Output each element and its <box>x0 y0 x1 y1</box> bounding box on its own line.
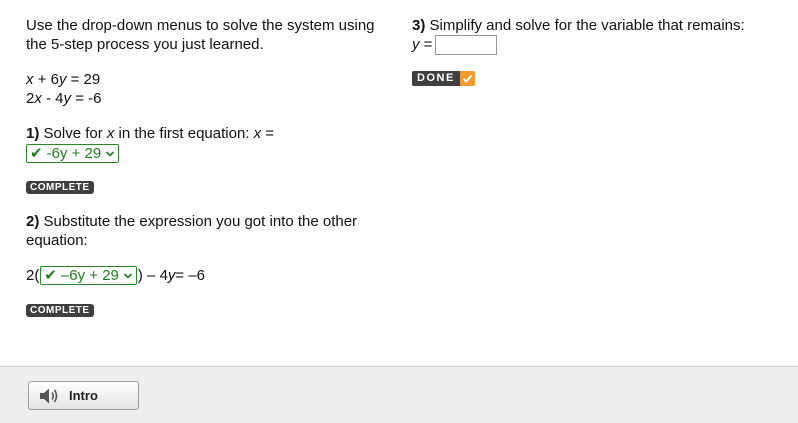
step-2-complete-badge: COMPLETE <box>26 304 94 317</box>
step-3-prompt: 3) Simplify and solve for the variable t… <box>412 16 782 35</box>
equation-1-x: x <box>26 71 34 88</box>
step-1-text-a: Solve for <box>39 125 107 142</box>
step-2-prompt: 2) Substitute the expression you got int… <box>26 212 396 250</box>
step-2-suffix-a: ) – 4 <box>137 267 168 284</box>
step-3-answer-row: y = <box>412 35 498 56</box>
step-1-answer-var: x <box>253 125 262 142</box>
step-1-dropdown-value: -6y + 29 <box>46 145 102 162</box>
equation-2-x: x <box>34 90 42 107</box>
footer-bar: Intro <box>0 366 798 423</box>
done-label: DONE <box>412 71 460 86</box>
step-3-equals: = <box>419 36 433 53</box>
step-1-number: 1) <box>26 125 40 142</box>
step-2-suffix-var: y <box>167 267 176 284</box>
equation-2-mid: - 4 <box>41 90 64 107</box>
chevron-down-icon <box>123 272 132 279</box>
step-1-prompt: 1) Solve for x in the first equation: x … <box>26 124 274 143</box>
checkmark-icon: ✔ <box>30 145 43 162</box>
step-2-prefix: 2( <box>26 267 40 284</box>
step-1-equals: = <box>261 125 275 142</box>
step-3-number: 3) <box>412 17 426 34</box>
step-3-text: Simplify and solve for the variable that… <box>425 17 745 34</box>
check-icon <box>459 71 475 86</box>
equation-2-y: y <box>63 90 72 107</box>
step-2-dropdown[interactable]: ✔ –6y + 29 <box>40 266 137 285</box>
done-button[interactable]: DONE <box>412 71 475 86</box>
intro-label: Intro <box>69 388 98 403</box>
step-3-answer-input[interactable] <box>435 35 498 56</box>
step-2-equation: 2( ✔ –6y + 29 ) – 4y = –6 <box>26 266 205 285</box>
equation-1-rhs: = 29 <box>66 71 101 88</box>
checkmark-icon: ✔ <box>44 267 57 284</box>
chevron-down-icon <box>106 150 115 157</box>
step-1-dropdown[interactable]: ✔ -6y + 29 <box>26 144 120 163</box>
step-1-text-b: in the first equation: <box>114 125 254 142</box>
step-2-suffix-b: = –6 <box>175 267 206 284</box>
equation-2: 2x - 4y = -6 <box>26 89 101 108</box>
step-2-text: Substitute the expression you got into t… <box>26 213 358 249</box>
step-2-dropdown-value: –6y + 29 <box>60 267 119 284</box>
speaker-icon <box>40 388 58 403</box>
equation-1-mid: + 6 <box>33 71 59 88</box>
step-3-answer-var: y <box>412 36 420 53</box>
step-2-number: 2) <box>26 213 40 230</box>
instructions: Use the drop-down menus to solve the sys… <box>26 17 375 53</box>
step-1-complete-badge: COMPLETE <box>26 181 94 194</box>
equation-2-rhs: = -6 <box>71 90 102 107</box>
equation-1: x + 6y = 29 <box>26 70 100 89</box>
intro-button[interactable]: Intro <box>28 381 139 410</box>
